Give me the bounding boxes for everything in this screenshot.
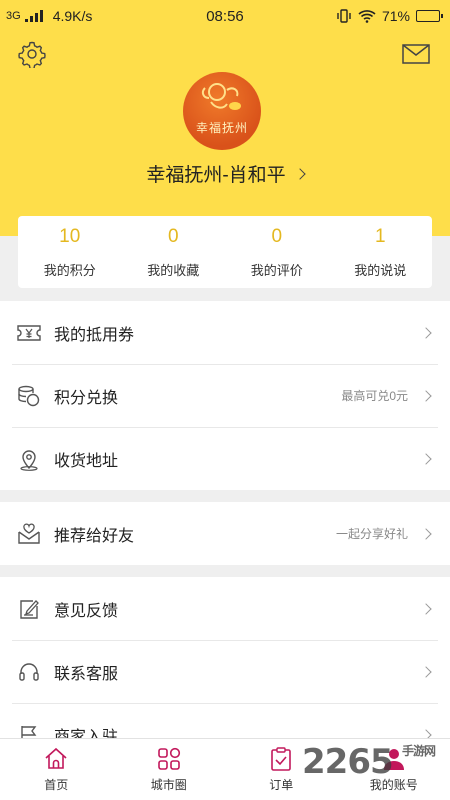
menu-group-share: 推荐给好友 一起分享好礼 [0, 502, 450, 565]
coupon-icon [17, 324, 41, 341]
menu-item-recommend[interactable]: 推荐给好友 一起分享好礼 [0, 502, 450, 565]
menu-label: 推荐给好友 [54, 527, 135, 545]
menu-label: 积分兑换 [54, 389, 119, 407]
gear-icon[interactable] [18, 40, 46, 68]
battery-icon [416, 10, 443, 22]
tab-label: 城市圈 [150, 778, 187, 792]
menu-item-voucher[interactable]: 我的抵用券 [0, 301, 450, 364]
monkey-logo-icon [201, 83, 241, 110]
avatar-brand-text: 幸福抚州 [195, 121, 248, 135]
chevron-right-icon [420, 389, 432, 402]
menu-group-account: 我的抵用券 积分兑换 最高可兑0元 收货地址 [0, 301, 450, 490]
menu-label: 我的抵用券 [54, 326, 135, 344]
stat-label: 我的收藏 [147, 262, 200, 278]
menu-item-feedback[interactable]: 意见反馈 [0, 577, 450, 640]
tab-label: 首页 [44, 778, 69, 792]
watermark-logo: 2265 手游网 [302, 742, 436, 782]
grid-icon [157, 747, 180, 770]
menu-label: 意见反馈 [54, 602, 119, 620]
tab-home[interactable]: 首页 [0, 739, 113, 800]
clipboard-check-icon [271, 747, 292, 771]
menu-hint: 一起分享好礼 [335, 527, 408, 541]
chevron-right-icon [293, 167, 306, 180]
envelope-heart-icon [18, 523, 40, 544]
network-type: 3G [6, 10, 21, 22]
chevron-right-icon [420, 452, 432, 465]
stat-value: 0 [271, 225, 283, 247]
vibrate-icon [337, 9, 351, 23]
username: 幸福抚州-肖和平 [146, 165, 286, 186]
stat-points[interactable]: 10 我的积分 [18, 216, 122, 288]
stat-value: 1 [374, 225, 386, 247]
stat-value: 0 [167, 225, 179, 247]
username-row[interactable]: 幸福抚州-肖和平 [0, 160, 450, 187]
tab-label: 订单 [269, 778, 294, 792]
chevron-right-icon [420, 665, 432, 678]
coins-icon [18, 385, 40, 406]
menu-hint: 最高可兑0元 [341, 389, 408, 403]
tab-city-circle[interactable]: 城市圈 [113, 739, 226, 800]
chevron-right-icon [420, 527, 432, 540]
signal-icon [24, 10, 43, 22]
stat-value: 10 [59, 225, 81, 247]
menu-label: 收货地址 [54, 452, 119, 470]
chevron-right-icon [420, 602, 432, 615]
home-icon [45, 747, 67, 769]
wifi-icon [358, 10, 376, 23]
stat-reviews[interactable]: 0 我的评价 [225, 216, 329, 288]
watermark-number: 2265 [302, 742, 394, 782]
stat-favorites[interactable]: 0 我的收藏 [122, 216, 226, 288]
menu-item-customer-service[interactable]: 联系客服 [0, 640, 450, 703]
location-pin-icon [20, 449, 38, 471]
battery-percent: 71% [381, 8, 410, 24]
profile-header: 幸福抚州 幸福抚州-肖和平 [0, 32, 450, 236]
stat-label: 我的说说 [354, 262, 407, 278]
stat-label: 我的积分 [43, 262, 96, 278]
chevron-right-icon [420, 326, 432, 339]
edit-icon [20, 599, 39, 619]
menu-item-points-exchange[interactable]: 积分兑换 最高可兑0元 [0, 364, 450, 427]
status-bar: 3G 4.9K/s 08:56 71% [0, 0, 450, 32]
stats-card: 10 我的积分 0 我的收藏 0 我的评价 1 我的说说 [18, 216, 432, 288]
stat-posts[interactable]: 1 我的说说 [329, 216, 433, 288]
menu-label: 联系客服 [54, 665, 119, 683]
headset-icon [19, 662, 39, 681]
menu-item-address[interactable]: 收货地址 [0, 427, 450, 490]
mail-icon[interactable] [402, 44, 430, 64]
network-speed: 4.9K/s [52, 8, 93, 24]
stat-label: 我的评价 [250, 262, 303, 278]
watermark-site: 手游网 [402, 744, 436, 758]
avatar[interactable]: 幸福抚州 [183, 72, 261, 150]
